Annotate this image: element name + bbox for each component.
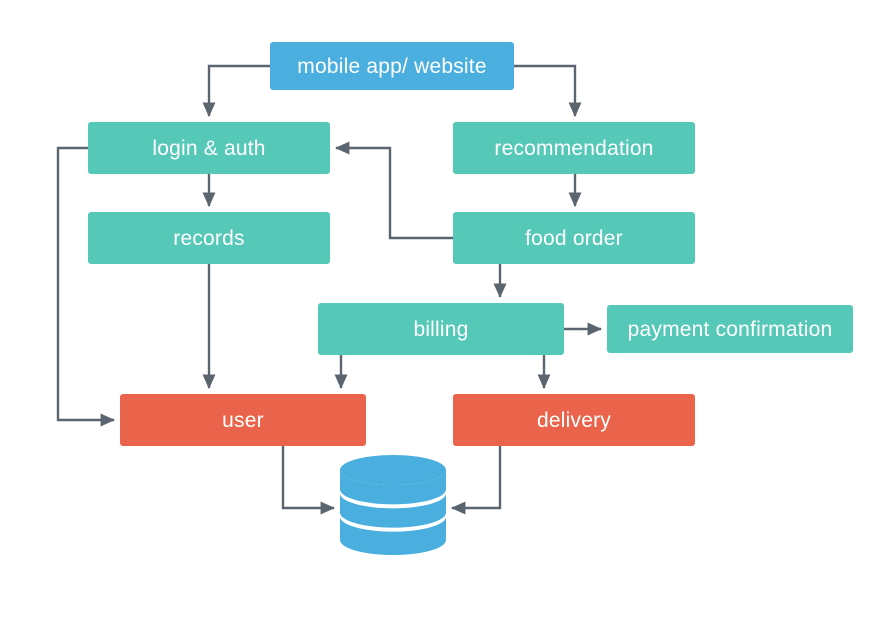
edge-login-to-user [56, 146, 115, 427]
database-cylinder[interactable] [340, 455, 446, 555]
node-recommend[interactable]: recommendation [453, 122, 695, 174]
diagram-canvas: mobile app/ website login & auth recommend… [0, 0, 870, 640]
node-label-login: login & auth [152, 136, 266, 160]
edge-delivery-to-database [451, 446, 502, 515]
node-label-mobile: mobile app/ website [297, 54, 487, 78]
node-label-payment: payment confirmation [627, 317, 833, 341]
node-label-delivery: delivery [537, 408, 611, 432]
node-records[interactable]: records [88, 212, 330, 264]
node-mobile[interactable]: mobile app/ website [270, 42, 514, 90]
edge-mobile-to-login [202, 64, 270, 117]
node-delivery[interactable]: delivery [453, 394, 695, 446]
node-user[interactable]: user [120, 394, 366, 446]
node-payment[interactable]: payment confirmation [607, 305, 853, 353]
node-label-records: records [173, 226, 245, 250]
node-label-foodorder: food order [525, 226, 623, 250]
edge-user-to-database [281, 446, 335, 515]
node-label-recommend: recommendation [494, 136, 654, 160]
edge-mobile-to-recommend [514, 64, 582, 117]
database-top-cap [340, 455, 446, 485]
edge-foodorder-to-login [335, 141, 453, 240]
node-login[interactable]: login & auth [88, 122, 330, 174]
node-label-billing: billing [413, 317, 469, 341]
node-label-user: user [222, 408, 264, 432]
node-billing[interactable]: billing [318, 303, 564, 355]
node-foodorder[interactable]: food order [453, 212, 695, 264]
database-icon [340, 455, 446, 555]
